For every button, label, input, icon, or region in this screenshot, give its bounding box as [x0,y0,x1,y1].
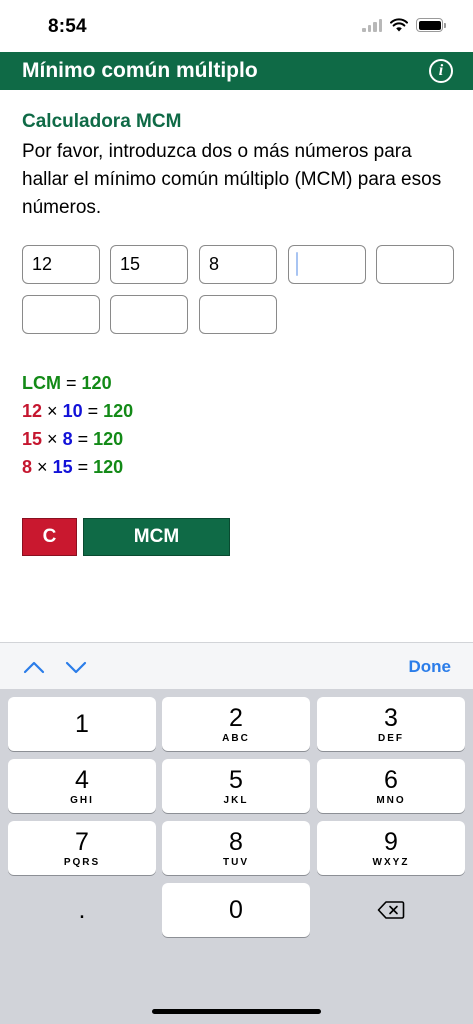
result-row-number: 15 [22,429,43,449]
result-row-multiplier: 10 [62,401,83,421]
times-sign: × [47,429,58,449]
result-row-product: 120 [103,401,134,421]
number-input-2[interactable] [110,245,188,284]
key-3[interactable]: 3 DEF [317,697,465,751]
text-caret [296,252,298,276]
key-1[interactable]: 1 [8,697,156,751]
times-sign: × [47,401,58,421]
key-2[interactable]: 2 ABC [162,697,310,751]
equals-sign: = [77,457,89,477]
wifi-icon [390,18,408,32]
equals-sign: = [66,373,77,393]
result-row: 8 × 15 = 120 [22,453,133,481]
lcm-value: 120 [81,373,112,393]
key-digit: 9 [384,827,398,856]
times-sign: × [37,457,48,477]
app-header: Mínimo común múltiplo i [0,52,473,90]
status-time: 8:54 [48,16,87,37]
key-0[interactable]: 0 [162,883,310,937]
backspace-icon [377,901,405,919]
result-row: 12 × 10 = 120 [22,397,133,425]
key-digit: 4 [75,765,89,794]
key-digit: 0 [229,896,243,924]
key-5[interactable]: 5 JKL [162,759,310,813]
number-input-5[interactable] [376,245,454,284]
keyboard-done-button[interactable]: Done [409,657,452,677]
result-row-number: 12 [22,401,43,421]
key-digit: 1 [75,710,89,738]
results: LCM = 120 12 × 10 = 120 15 × 8 = 120 8 ×… [22,369,133,481]
equals-sign: = [87,401,99,421]
result-row-number: 8 [22,457,33,477]
number-input-4[interactable] [288,245,366,284]
info-button[interactable]: i [429,59,453,83]
key-letters: DEF [378,732,404,744]
key-letters: GHI [70,794,94,806]
key-letters: JKL [223,794,249,806]
key-8[interactable]: 8 TUV [162,821,310,875]
chevron-up-icon[interactable] [22,655,46,679]
key-digit: 6 [384,765,398,794]
key-4[interactable]: 4 GHI [8,759,156,813]
page-title: Mínimo común múltiplo [22,59,258,82]
home-indicator[interactable] [152,1009,321,1014]
clear-button[interactable]: C [22,518,77,556]
key-letters: PQRS [63,856,101,868]
key-letters: ABC [222,732,250,744]
result-row-product: 120 [93,429,124,449]
key-digit: 5 [229,765,243,794]
number-input-8[interactable] [199,295,277,334]
key-6[interactable]: 6 MNO [317,759,465,813]
key-digit: . [78,896,86,924]
calculator-heading: Calculadora MCM [22,111,182,132]
result-row-product: 120 [93,457,124,477]
number-input-7[interactable] [110,295,188,334]
info-icon: i [438,62,444,79]
battery-icon [416,18,446,32]
key-7[interactable]: 7 PQRS [8,821,156,875]
number-input-1[interactable] [22,245,100,284]
instructions-text: Por favor, introduzca dos o más números … [22,141,442,218]
cellular-signal-icon [362,18,382,32]
result-row-multiplier: 8 [62,429,73,449]
number-input-6[interactable] [22,295,100,334]
key-9[interactable]: 9 WXYZ [317,821,465,875]
key-digit: 3 [384,703,398,732]
lcm-label: LCM [22,373,61,393]
number-input-3[interactable] [199,245,277,284]
keyboard-toolbar: Done [0,642,473,689]
result-row-multiplier: 15 [52,457,73,477]
result-row: 15 × 8 = 120 [22,425,133,453]
lcm-result-line: LCM = 120 [22,369,133,397]
key-backspace[interactable] [317,883,465,937]
status-bar: 8:54 [0,0,473,52]
numeric-keyboard: 1 2 ABC 3 DEF 4 GHI 5 JKL 6 MNO 7 PQRS 8… [0,689,473,1024]
key-letters: MNO [376,794,406,806]
key-digit: 7 [75,827,89,856]
status-icons [362,18,446,32]
equals-sign: = [77,429,89,449]
key-letters: WXYZ [372,856,410,868]
calculate-mcm-button[interactable]: MCM [83,518,230,556]
key-letters: TUV [223,856,249,868]
chevron-down-icon[interactable] [64,655,88,679]
key-decimal[interactable]: . [8,883,156,937]
key-digit: 8 [229,827,243,856]
key-digit: 2 [229,703,243,732]
